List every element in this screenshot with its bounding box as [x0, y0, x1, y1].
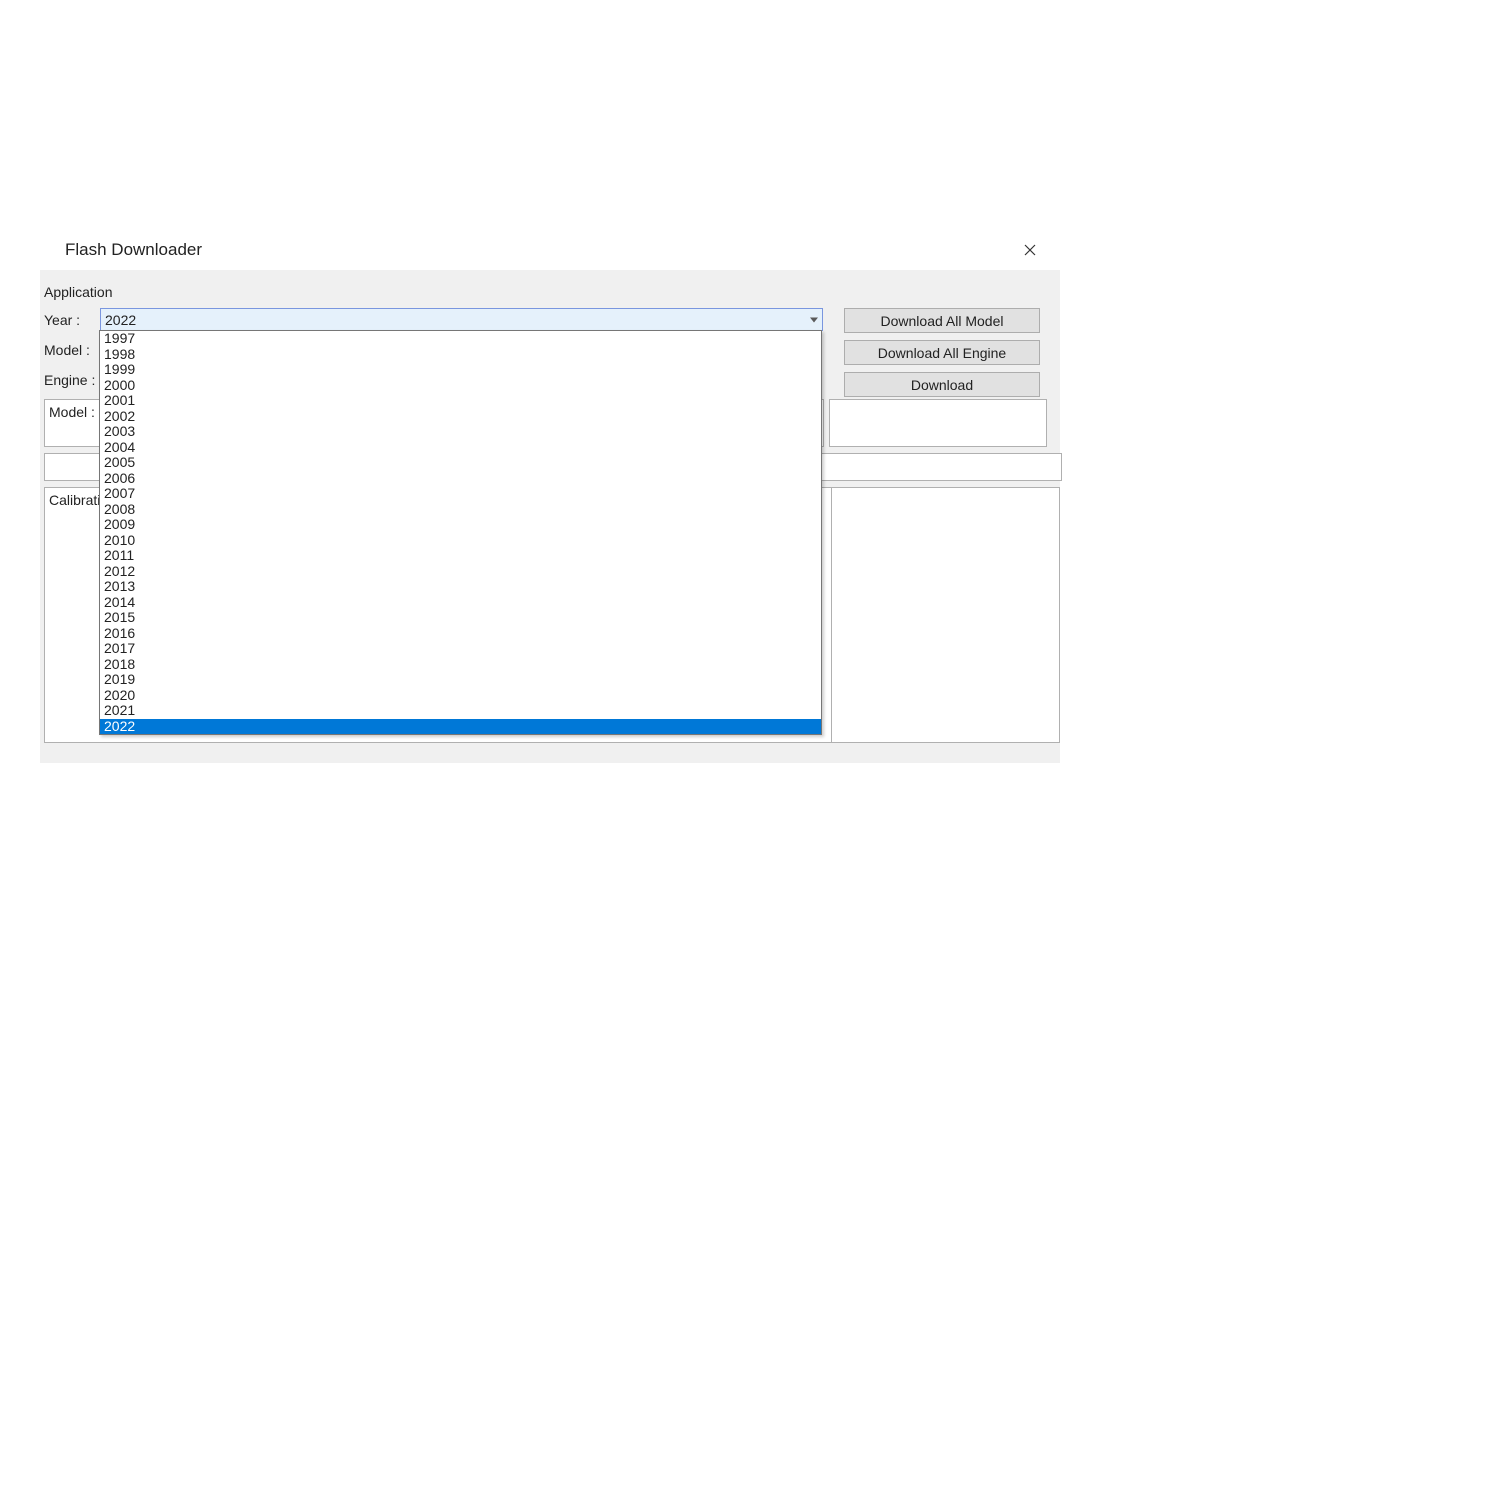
form-area: Year : 2022 Model : Engine : Download Al…: [40, 308, 1060, 743]
year-option-2019[interactable]: 2019: [100, 672, 821, 688]
content-area: Application Year : 2022 Model : Engine :…: [40, 270, 1060, 763]
year-option-2009[interactable]: 2009: [100, 517, 821, 533]
year-option-1999[interactable]: 1999: [100, 362, 821, 378]
year-option-2018[interactable]: 2018: [100, 657, 821, 673]
model-label: Model :: [44, 339, 100, 361]
year-option-2002[interactable]: 2002: [100, 409, 821, 425]
model-side-panel: [829, 399, 1047, 447]
year-combobox[interactable]: 2022: [100, 308, 823, 331]
year-option-2010[interactable]: 2010: [100, 533, 821, 549]
window-title: Flash Downloader: [65, 240, 202, 260]
year-label: Year :: [44, 309, 100, 331]
year-option-2013[interactable]: 2013: [100, 579, 821, 595]
year-option-2014[interactable]: 2014: [100, 595, 821, 611]
year-option-2011[interactable]: 2011: [100, 548, 821, 564]
year-option-2016[interactable]: 2016: [100, 626, 821, 642]
calibration-side-panel: [832, 487, 1060, 743]
year-option-2006[interactable]: 2006: [100, 471, 821, 487]
year-option-2001[interactable]: 2001: [100, 393, 821, 409]
close-icon: [1024, 244, 1036, 256]
section-application-label: Application: [40, 280, 1060, 308]
year-option-2012[interactable]: 2012: [100, 564, 821, 580]
model-info-text: Model : L: [49, 404, 107, 420]
year-combobox-value: 2022: [105, 309, 136, 331]
year-option-2022[interactable]: 2022: [100, 719, 821, 735]
download-button[interactable]: Download: [844, 372, 1040, 397]
year-option-2021[interactable]: 2021: [100, 703, 821, 719]
year-option-1997[interactable]: 1997: [100, 331, 821, 347]
engine-label: Engine :: [44, 369, 100, 391]
year-dropdown-list[interactable]: 1997199819992000200120022003200420052006…: [99, 330, 822, 735]
year-option-2000[interactable]: 2000: [100, 378, 821, 394]
close-button[interactable]: [1010, 230, 1050, 270]
right-buttons: Download All Model Download All Engine D…: [844, 308, 1040, 397]
year-option-2005[interactable]: 2005: [100, 455, 821, 471]
year-option-2015[interactable]: 2015: [100, 610, 821, 626]
titlebar: Flash Downloader: [40, 230, 1060, 270]
year-option-2007[interactable]: 2007: [100, 486, 821, 502]
chevron-down-icon: [810, 317, 818, 322]
year-option-2008[interactable]: 2008: [100, 502, 821, 518]
flash-downloader-window: Flash Downloader Application Year : 2022…: [40, 230, 1060, 763]
year-option-2003[interactable]: 2003: [100, 424, 821, 440]
year-option-2017[interactable]: 2017: [100, 641, 821, 657]
year-option-1998[interactable]: 1998: [100, 347, 821, 363]
download-all-model-button[interactable]: Download All Model: [844, 308, 1040, 333]
download-all-engine-button[interactable]: Download All Engine: [844, 340, 1040, 365]
year-option-2020[interactable]: 2020: [100, 688, 821, 704]
year-option-2004[interactable]: 2004: [100, 440, 821, 456]
